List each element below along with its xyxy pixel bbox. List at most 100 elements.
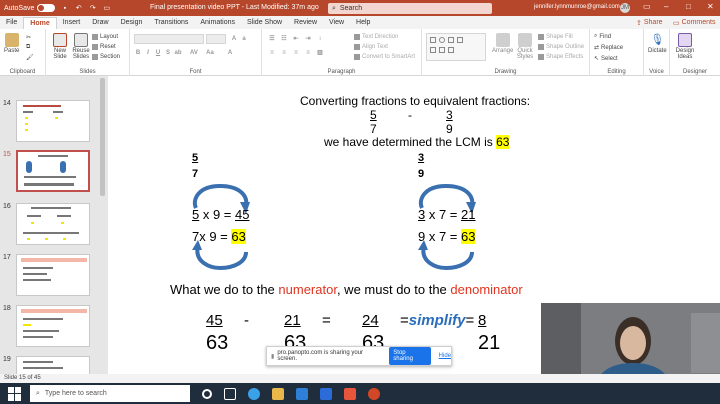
- shapes-gallery[interactable]: [426, 33, 486, 61]
- rectangle-shape-icon[interactable]: [430, 37, 436, 43]
- tab-review[interactable]: Review: [288, 17, 323, 29]
- save-icon[interactable]: ▪: [60, 4, 69, 13]
- case-icon[interactable]: Aa: [206, 49, 214, 57]
- font-size-box[interactable]: [206, 34, 226, 44]
- replace-button[interactable]: ⇄ Replace: [594, 44, 623, 52]
- align-left-icon[interactable]: ≡: [268, 49, 276, 57]
- stop-sharing-button[interactable]: Stop sharing: [389, 347, 431, 365]
- slide-thumbnail-16[interactable]: [16, 203, 90, 245]
- shape-effects-button[interactable]: Shape Effects: [538, 54, 583, 60]
- decrease-indent-icon[interactable]: ⇤: [292, 35, 300, 43]
- present-icon[interactable]: ▭: [102, 4, 111, 13]
- mail-icon[interactable]: [320, 387, 332, 400]
- layout-button[interactable]: Layout: [92, 34, 118, 40]
- windows-start-icon[interactable]: [8, 386, 22, 401]
- tab-design[interactable]: Design: [115, 17, 149, 29]
- slide-thumbnail-19[interactable]: [16, 356, 90, 376]
- oval-shape-icon[interactable]: [439, 37, 445, 43]
- close-icon[interactable]: ✕: [707, 2, 714, 11]
- numbering-icon[interactable]: ☷: [280, 35, 288, 43]
- copy-icon[interactable]: ⧉: [26, 44, 30, 51]
- increase-font-icon[interactable]: A: [230, 35, 238, 43]
- avatar[interactable]: JM: [620, 3, 630, 13]
- underline-icon[interactable]: U: [154, 49, 162, 57]
- bullets-icon[interactable]: ☰: [268, 35, 276, 43]
- text-direction-button[interactable]: Text Direction: [354, 34, 398, 40]
- triangle-shape-icon[interactable]: [457, 37, 463, 43]
- select-icon: ↖: [594, 56, 600, 62]
- edge-browser-icon[interactable]: [248, 387, 260, 400]
- find-button[interactable]: ⌕ Find: [594, 33, 611, 40]
- search-box[interactable]: ⌕ Search: [328, 3, 492, 14]
- file-explorer-icon[interactable]: [272, 387, 284, 400]
- line-shape-icon[interactable]: [448, 47, 454, 53]
- cut-icon[interactable]: ✂: [26, 34, 31, 41]
- office-icon[interactable]: [344, 387, 356, 400]
- thumbnail-scrollbar[interactable]: [100, 78, 105, 196]
- justify-icon[interactable]: ≡: [304, 49, 312, 57]
- tab-help[interactable]: Help: [350, 17, 376, 29]
- smartart-button[interactable]: Convert to SmartArt: [354, 54, 415, 60]
- font-color-icon[interactable]: A: [226, 49, 234, 57]
- slide-thumbnail-15[interactable]: [16, 150, 90, 192]
- taskbar-search[interactable]: ⌕ Type here to search: [30, 385, 190, 402]
- search-input[interactable]: Search: [340, 5, 362, 12]
- paste-button[interactable]: Paste: [4, 33, 19, 54]
- reset-button[interactable]: Reset: [92, 44, 116, 50]
- italic-icon[interactable]: I: [144, 49, 152, 57]
- new-slide-button[interactable]: New Slide: [50, 33, 70, 60]
- spacing-icon[interactable]: AV: [190, 49, 198, 57]
- textbox-shape-icon[interactable]: [448, 37, 454, 43]
- powerpoint-taskbar-icon[interactable]: [368, 387, 380, 400]
- reuse-slides-button[interactable]: Reuse Slides: [70, 33, 92, 60]
- increase-indent-icon[interactable]: ⇥: [304, 35, 312, 43]
- tab-animations[interactable]: Animations: [194, 17, 241, 29]
- dictate-button[interactable]: 🎙 Dictate: [648, 33, 667, 54]
- line-spacing-icon[interactable]: ↕: [316, 35, 324, 43]
- strikethrough-icon[interactable]: ab: [174, 49, 182, 57]
- tab-insert[interactable]: Insert: [57, 17, 87, 29]
- shape-outline-button[interactable]: Shape Outline: [538, 44, 584, 50]
- redo-icon[interactable]: ↷: [88, 4, 97, 13]
- format-painter-icon[interactable]: 🖌: [26, 54, 34, 61]
- slide-thumbnail-17[interactable]: [16, 254, 90, 296]
- slide-thumbnail-14[interactable]: [16, 100, 90, 142]
- shadow-icon[interactable]: S: [164, 49, 172, 57]
- columns-icon[interactable]: ▥: [316, 49, 324, 57]
- maximize-icon[interactable]: □: [686, 2, 691, 11]
- comments-button[interactable]: ▭ Comments: [673, 17, 715, 28]
- hide-button[interactable]: Hide: [439, 353, 451, 359]
- tab-draw[interactable]: Draw: [86, 17, 114, 29]
- undo-icon[interactable]: ↶: [74, 4, 83, 13]
- autosave-toggle[interactable]: [37, 4, 56, 12]
- quick-styles-button[interactable]: Quick Styles: [514, 33, 536, 60]
- arrow-shape-icon[interactable]: [430, 47, 436, 53]
- cortana-icon[interactable]: [202, 388, 212, 399]
- autosave[interactable]: AutoSave: [4, 4, 56, 12]
- ribbon-display-icon[interactable]: ▭: [643, 2, 651, 11]
- design-ideas-button[interactable]: Design Ideas: [674, 33, 696, 60]
- task-view-icon[interactable]: [224, 387, 236, 400]
- shape-fill-button[interactable]: Shape Fill: [538, 34, 573, 40]
- align-center-icon[interactable]: ≡: [280, 49, 288, 57]
- font-name-box[interactable]: [134, 34, 204, 44]
- minimize-icon[interactable]: –: [664, 2, 668, 11]
- tab-transitions[interactable]: Transitions: [148, 17, 194, 29]
- taskbar-search-input[interactable]: Type here to search: [45, 390, 107, 397]
- slide-thumbnail-18[interactable]: [16, 305, 90, 347]
- tab-file[interactable]: File: [0, 17, 23, 29]
- section-button[interactable]: Section: [92, 54, 120, 60]
- store-icon[interactable]: [296, 387, 308, 400]
- decrease-font-icon[interactable]: a: [240, 35, 248, 43]
- tab-home[interactable]: Home: [23, 17, 57, 29]
- bold-icon[interactable]: B: [134, 49, 142, 57]
- align-text-button[interactable]: Align Text: [354, 44, 388, 50]
- select-button[interactable]: ↖ Select: [594, 55, 618, 63]
- star-shape-icon[interactable]: [439, 47, 445, 53]
- share-button[interactable]: ⇪ Share: [636, 17, 663, 28]
- tab-view[interactable]: View: [323, 17, 350, 29]
- thumbnail-line: [23, 318, 63, 320]
- align-right-icon[interactable]: ≡: [292, 49, 300, 57]
- tab-slide-show[interactable]: Slide Show: [241, 17, 288, 29]
- arrange-button[interactable]: Arrange: [492, 33, 513, 54]
